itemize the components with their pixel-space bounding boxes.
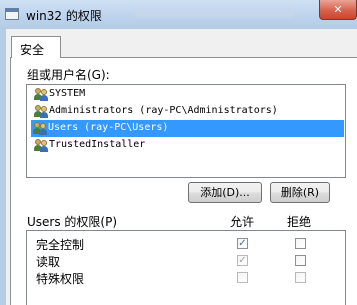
list-item-users[interactable]: Users (ray-PC\Users)	[31, 120, 344, 137]
groups-label: 组或用户名(G):	[27, 68, 110, 82]
allow-column-header: 允许	[230, 215, 255, 229]
deny-column-header: 拒绝	[287, 215, 312, 229]
close-button[interactable]: ✕	[319, 0, 357, 20]
list-item-label: SYSTEM	[49, 88, 86, 99]
user-group-icon	[34, 138, 49, 152]
deny-full-control-checkbox[interactable]	[295, 238, 306, 249]
folder-window-icon	[5, 8, 19, 20]
window-title: win32 的权限	[26, 9, 102, 23]
list-item-label: TrustedInstaller	[49, 139, 146, 150]
deny-special-checkbox[interactable]	[295, 272, 306, 283]
blurred-title-text	[135, 10, 295, 17]
allow-special-checkbox[interactable]	[237, 272, 248, 283]
deny-read-checkbox[interactable]	[295, 255, 306, 266]
permission-name-special: 特殊权限	[36, 272, 85, 286]
title-bar[interactable]: win32 的权限 ✕	[0, 0, 357, 29]
user-group-icon	[34, 104, 49, 118]
tab-security-label: 安全	[20, 43, 45, 57]
permissions-list: 完全控制 ✓ 读取 ✓ 特殊权限	[26, 230, 346, 305]
permission-name-read: 读取	[36, 255, 61, 269]
allow-full-control-checkbox[interactable]: ✓	[237, 238, 248, 249]
tab-security[interactable]: 安全	[11, 36, 61, 58]
user-group-icon	[34, 87, 49, 101]
allow-read-checkbox[interactable]: ✓	[237, 255, 248, 266]
list-item-system[interactable]: SYSTEM	[32, 86, 345, 103]
list-item-administrators[interactable]: Administrators (ray-PC\Administrators)	[32, 103, 345, 120]
list-item-label: Users (ray-PC\Users)	[48, 122, 169, 133]
list-item-label: Administrators (ray-PC\Administrators)	[49, 105, 278, 116]
permission-name-full-control: 完全控制	[36, 238, 85, 252]
groups-listbox[interactable]: SYSTEM Administrators (ray-PC\Administra…	[26, 84, 346, 178]
list-item-trustedinstaller[interactable]: TrustedInstaller	[32, 137, 345, 154]
user-group-icon	[33, 121, 48, 135]
permissions-header: Users 的权限(P)	[27, 215, 118, 229]
add-button[interactable]: 添加(D)...	[188, 182, 262, 203]
remove-button[interactable]: 删除(R)	[270, 182, 330, 203]
